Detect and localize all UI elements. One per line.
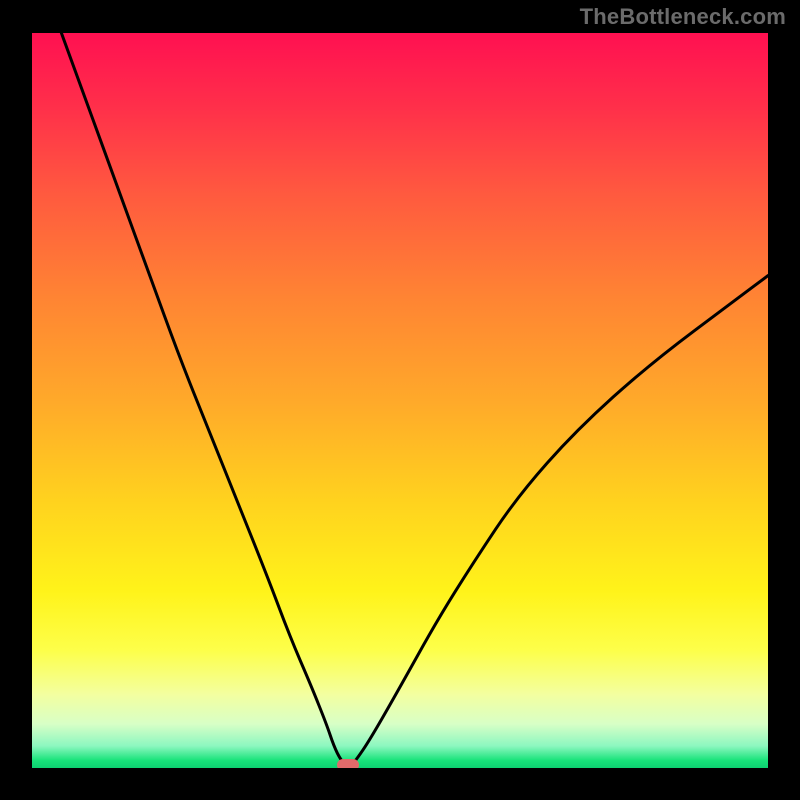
chart-frame: TheBottleneck.com [0,0,800,800]
plot-area [32,33,768,768]
watermark-text: TheBottleneck.com [580,4,786,30]
bottleneck-curve [61,33,768,766]
optimal-marker [337,759,359,768]
curve-svg [32,33,768,768]
